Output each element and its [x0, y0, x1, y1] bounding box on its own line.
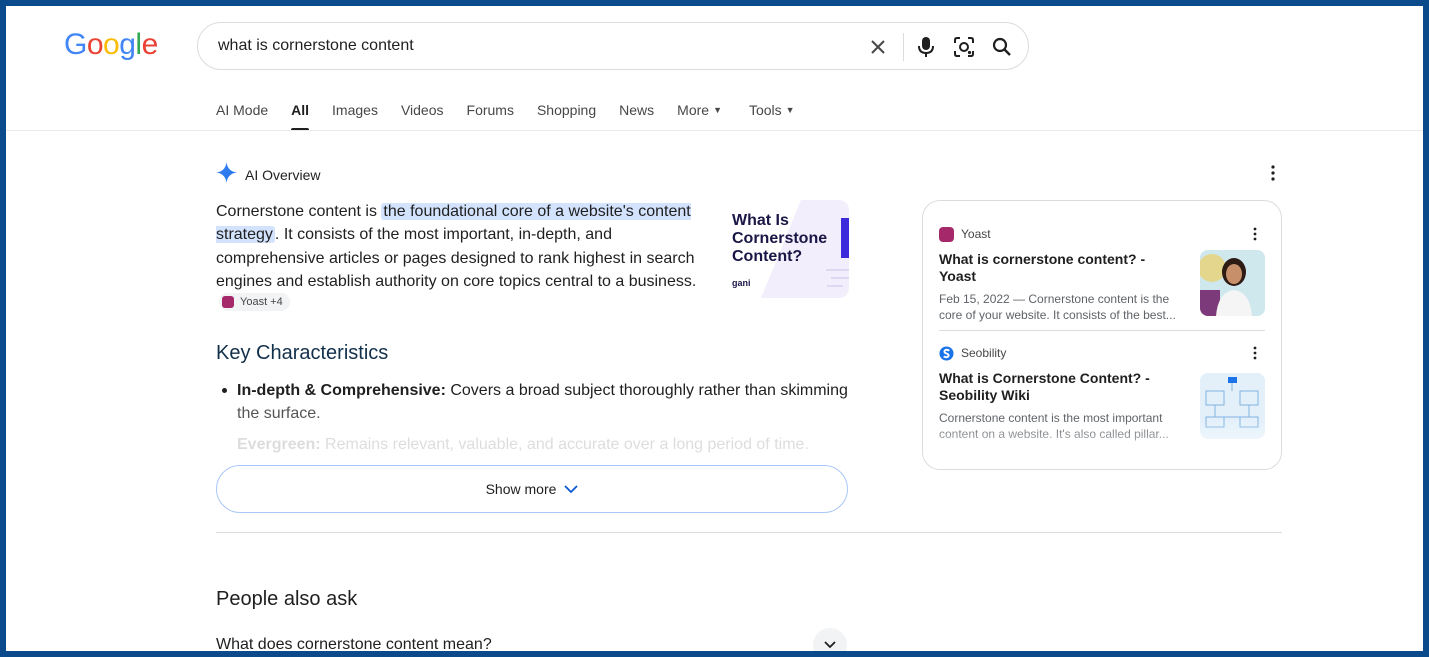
- search-results-page: Google what is cornerstone content AI Mo…: [6, 6, 1423, 651]
- source-more-icon[interactable]: [1245, 224, 1265, 244]
- clear-icon[interactable]: [866, 35, 890, 59]
- logo-letter: o: [86, 28, 104, 61]
- summary-rest: . It consists of the most important, in-…: [216, 226, 697, 290]
- source-title[interactable]: What is Cornerstone Content? - Seobility…: [939, 370, 1184, 404]
- tab-label: More: [677, 102, 710, 118]
- source-header: Seobility: [939, 343, 1265, 363]
- source-title[interactable]: What is cornerstone content? - Yoast: [939, 251, 1184, 285]
- yoast-icon: [222, 296, 234, 309]
- characteristic-text-cont: the surface.: [237, 405, 321, 423]
- logo-letter: o: [103, 28, 120, 61]
- source-chip-label: Yoast +4: [240, 295, 283, 308]
- logo-letter: G: [64, 28, 87, 61]
- paa-expand-button[interactable]: [813, 628, 847, 651]
- chevron-down-icon: [824, 641, 836, 649]
- source-site: Yoast: [961, 227, 991, 241]
- source-snippet: Feb 15, 2022 — Cornerstone content is th…: [939, 292, 1176, 322]
- dropdown-caret-icon: ▼: [785, 105, 795, 115]
- show-more-button[interactable]: Show more: [216, 465, 848, 513]
- tab-label: All: [291, 102, 310, 118]
- people-also-ask-heading: People also ask: [216, 588, 358, 610]
- source-site: Seobility: [961, 346, 1007, 360]
- seobility-favicon-icon: [939, 345, 954, 361]
- search-input[interactable]: what is cornerstone content: [218, 37, 414, 55]
- thumbnail-brand: gani: [732, 278, 751, 288]
- gemini-sparkle-icon: [216, 162, 237, 188]
- microphone-icon[interactable]: [914, 35, 938, 59]
- overview-thumbnail[interactable]: What Is Cornerstone Content? gani: [731, 200, 849, 298]
- ai-overview-title: AI Overview: [245, 167, 321, 183]
- person-illustration: [1200, 250, 1265, 316]
- thumbnail-title: What Is Cornerstone Content?: [732, 212, 828, 265]
- logo-letter: g: [119, 28, 136, 61]
- tab-label: Shopping: [536, 102, 597, 118]
- thumbnail-text: What Is Cornerstone Content?: [732, 212, 844, 266]
- characteristic-item: In-depth & Comprehensive: Covers a broad…: [237, 379, 857, 426]
- characteristic-text: Remains relevant, valuable, and accurate…: [320, 436, 809, 453]
- source-more-icon[interactable]: [1245, 343, 1265, 363]
- search-icon[interactable]: [990, 35, 1014, 59]
- chevron-down-icon: [564, 481, 579, 497]
- header-divider: [6, 130, 1423, 131]
- tab-label: Forums: [466, 102, 514, 118]
- panel-fade: [923, 419, 1281, 469]
- ai-overview-more-icon[interactable]: [1263, 163, 1283, 183]
- characteristic-item-faded: Evergreen: Remains relevant, valuable, a…: [237, 436, 809, 454]
- tab-label: Videos: [400, 102, 444, 118]
- source-divider: [939, 330, 1265, 331]
- tab-label: AI Mode: [216, 102, 269, 118]
- tab-label: Tools: [748, 102, 782, 118]
- characteristic-text: Covers a broad subject thoroughly rather…: [445, 382, 848, 399]
- source-thumbnail[interactable]: [1200, 250, 1265, 316]
- summary-start: Cornerstone content is: [216, 203, 382, 220]
- camera-lens-icon[interactable]: [952, 35, 976, 59]
- section-divider: [216, 532, 1282, 533]
- source-header: Yoast: [939, 224, 1265, 244]
- key-characteristics-heading: Key Characteristics: [216, 342, 389, 364]
- search-divider: [903, 33, 904, 61]
- tab-label: Images: [332, 102, 378, 118]
- ai-overview-header: AI Overview: [216, 162, 320, 188]
- bullet-point: [222, 388, 227, 393]
- logo-letter: e: [141, 28, 159, 61]
- yoast-favicon-icon: [939, 226, 954, 242]
- google-logo[interactable]: Google: [64, 28, 158, 62]
- characteristic-label: In-depth & Comprehensive:: [237, 382, 446, 399]
- paa-question[interactable]: What does cornerstone content mean?: [216, 636, 492, 651]
- show-more-label: Show more: [485, 481, 557, 497]
- source-card[interactable]: Yoast What is cornerstone content? - Yoa…: [939, 224, 1265, 323]
- characteristic-label: Evergreen:: [237, 436, 321, 453]
- source-chip[interactable]: Yoast +4: [219, 293, 290, 312]
- sources-panel: Yoast What is cornerstone content? - Yoa…: [922, 200, 1282, 470]
- dropdown-caret-icon: ▼: [713, 105, 722, 115]
- search-box[interactable]: what is cornerstone content: [197, 22, 1029, 70]
- tab-label: News: [619, 102, 655, 118]
- ai-overview-summary: Cornerstone content is the foundational …: [216, 200, 714, 316]
